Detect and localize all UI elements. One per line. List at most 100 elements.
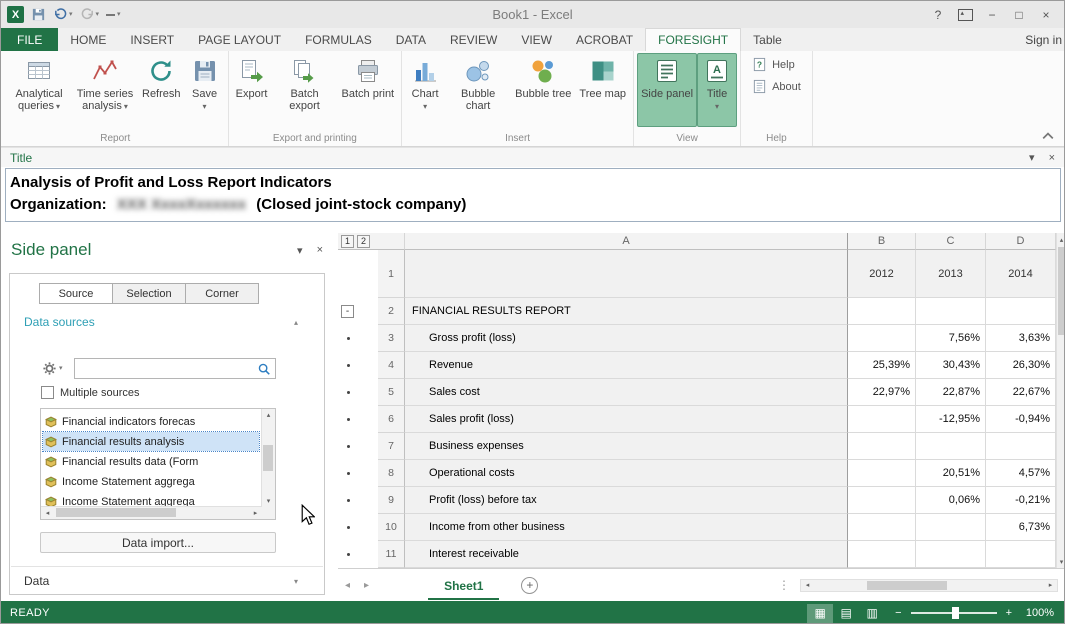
cell-B11[interactable]: [848, 541, 916, 568]
cell-A1[interactable]: [405, 250, 848, 298]
cell-D4[interactable]: 26,30%: [986, 352, 1056, 379]
tab-foresight[interactable]: FORESIGHT: [645, 28, 741, 51]
scroll-down-icon[interactable]: ▾: [262, 495, 275, 507]
row-header-8[interactable]: 8: [378, 460, 405, 487]
cell-D8[interactable]: 4,57%: [986, 460, 1056, 487]
row-header-5[interactable]: 5: [378, 379, 405, 406]
cell-B2[interactable]: [848, 298, 916, 325]
page-layout-view-button[interactable]: ▤: [833, 604, 859, 623]
normal-view-button[interactable]: ▦: [807, 604, 833, 623]
cell-A4[interactable]: Revenue: [405, 352, 848, 379]
cell-A11[interactable]: Interest receivable: [405, 541, 848, 568]
cell-C7[interactable]: [916, 433, 986, 460]
tab-review[interactable]: REVIEW: [438, 28, 509, 51]
qat-customize-button[interactable]: ▾: [106, 11, 121, 18]
multiple-sources-option[interactable]: Multiple sources: [41, 386, 139, 399]
tab-corner[interactable]: Corner: [185, 283, 259, 304]
column-header-c[interactable]: C: [916, 233, 986, 250]
zoom-in-button[interactable]: +: [1006, 607, 1012, 619]
cell-A3[interactable]: Gross profit (loss): [405, 325, 848, 352]
ribbon-display-options-button[interactable]: ▴: [953, 5, 977, 25]
cell-A7[interactable]: Business expenses: [405, 433, 848, 460]
data-import-button[interactable]: Data import...: [40, 532, 276, 553]
cell-C6[interactable]: -12,95%: [916, 406, 986, 433]
cell-C3[interactable]: 7,56%: [916, 325, 986, 352]
row-header-11[interactable]: 11: [378, 541, 405, 568]
qat-undo-button[interactable]: ▾: [53, 7, 73, 22]
outline-level-1-button[interactable]: 1: [341, 235, 354, 248]
cell-D1[interactable]: 2014: [986, 250, 1056, 298]
row-header-6[interactable]: 6: [378, 406, 405, 433]
cell-D6[interactable]: -0,94%: [986, 406, 1056, 433]
new-sheet-button[interactable]: +: [521, 577, 538, 594]
tree-map-button[interactable]: Tree map: [575, 53, 630, 127]
bubble-tree-button[interactable]: Bubble tree: [511, 53, 575, 127]
sign-in-link[interactable]: Sign in: [1025, 28, 1064, 51]
collapse-row-group-button[interactable]: -: [341, 305, 354, 318]
scroll-down-icon[interactable]: ▾: [1057, 555, 1064, 568]
tab-page-layout[interactable]: PAGE LAYOUT: [186, 28, 293, 51]
cell-C11[interactable]: [916, 541, 986, 568]
time-series-analysis-button[interactable]: Time series analysis▾: [72, 53, 138, 127]
cell-B9[interactable]: [848, 487, 916, 514]
cell-B5[interactable]: 22,97%: [848, 379, 916, 406]
list-item[interactable]: Financial results data (Form: [43, 452, 259, 471]
tab-insert[interactable]: INSERT: [118, 28, 186, 51]
list-vertical-scrollbar[interactable]: ▴ ▾: [261, 409, 275, 507]
row-header-7[interactable]: 7: [378, 433, 405, 460]
sheet-tab-sheet1[interactable]: Sheet1: [428, 571, 499, 600]
cell-C2[interactable]: [916, 298, 986, 325]
title-toggle-button[interactable]: A Title▾: [697, 53, 737, 127]
zoom-slider[interactable]: − +: [895, 607, 1012, 619]
qat-save-button[interactable]: [31, 7, 46, 22]
sheet-nav-left-icon[interactable]: ◂: [338, 580, 357, 591]
cell-D10[interactable]: 6,73%: [986, 514, 1056, 541]
cell-A5[interactable]: Sales cost: [405, 379, 848, 406]
scrollbar-thumb[interactable]: [1058, 247, 1064, 335]
source-search-input[interactable]: [75, 360, 275, 379]
cell-B8[interactable]: [848, 460, 916, 487]
row-header-2[interactable]: 2: [378, 298, 405, 325]
tab-file[interactable]: FILE: [1, 28, 58, 51]
minimize-button[interactable]: −: [980, 5, 1004, 25]
column-header-b[interactable]: B: [848, 233, 916, 250]
worksheet-vertical-scrollbar[interactable]: ▴ ▾: [1056, 233, 1064, 568]
bubble-chart-button[interactable]: Bubble chart: [445, 53, 511, 127]
cell-D2[interactable]: [986, 298, 1056, 325]
redo-caret-icon[interactable]: ▾: [96, 11, 100, 18]
data-section-collapse-icon[interactable]: ▾: [294, 577, 298, 586]
row-header-9[interactable]: 9: [378, 487, 405, 514]
tab-data[interactable]: DATA: [384, 28, 438, 51]
scrollbar-thumb[interactable]: [263, 445, 273, 471]
cell-B4[interactable]: 25,39%: [848, 352, 916, 379]
list-horizontal-scrollbar[interactable]: ◂ ▸: [41, 506, 262, 519]
cell-C8[interactable]: 20,51%: [916, 460, 986, 487]
list-item[interactable]: Financial indicators forecas: [43, 412, 259, 431]
side-panel-menu-icon[interactable]: ▾: [297, 244, 303, 257]
tab-formulas[interactable]: FORMULAS: [293, 28, 384, 51]
cell-A10[interactable]: Income from other business: [405, 514, 848, 541]
cell-D7[interactable]: [986, 433, 1056, 460]
help-window-button[interactable]: ?: [926, 5, 950, 25]
sheet-nav-right-icon[interactable]: ▸: [357, 580, 376, 591]
row-header-3[interactable]: 3: [378, 325, 405, 352]
multiple-sources-checkbox[interactable]: [41, 386, 54, 399]
search-icon[interactable]: [257, 362, 271, 376]
refresh-button[interactable]: Refresh: [138, 53, 185, 127]
scroll-up-icon[interactable]: ▴: [1057, 233, 1064, 246]
tab-table[interactable]: Table: [741, 28, 794, 51]
row-header-1[interactable]: 1: [378, 250, 405, 298]
cell-B7[interactable]: [848, 433, 916, 460]
cell-B1[interactable]: 2012: [848, 250, 916, 298]
scroll-left-icon[interactable]: ◂: [41, 507, 54, 519]
scroll-right-icon[interactable]: ▸: [1044, 580, 1057, 591]
cell-A6[interactable]: Sales profit (loss): [405, 406, 848, 433]
cell-C4[interactable]: 30,43%: [916, 352, 986, 379]
zoom-thumb[interactable]: [952, 607, 959, 619]
batch-export-button[interactable]: Batch export: [272, 53, 338, 127]
cell-B3[interactable]: [848, 325, 916, 352]
column-header-d[interactable]: D: [986, 233, 1056, 250]
help-ribbon-button[interactable]: ? Help: [752, 57, 795, 72]
save-report-button[interactable]: Save▾: [185, 53, 225, 127]
cell-A8[interactable]: Operational costs: [405, 460, 848, 487]
